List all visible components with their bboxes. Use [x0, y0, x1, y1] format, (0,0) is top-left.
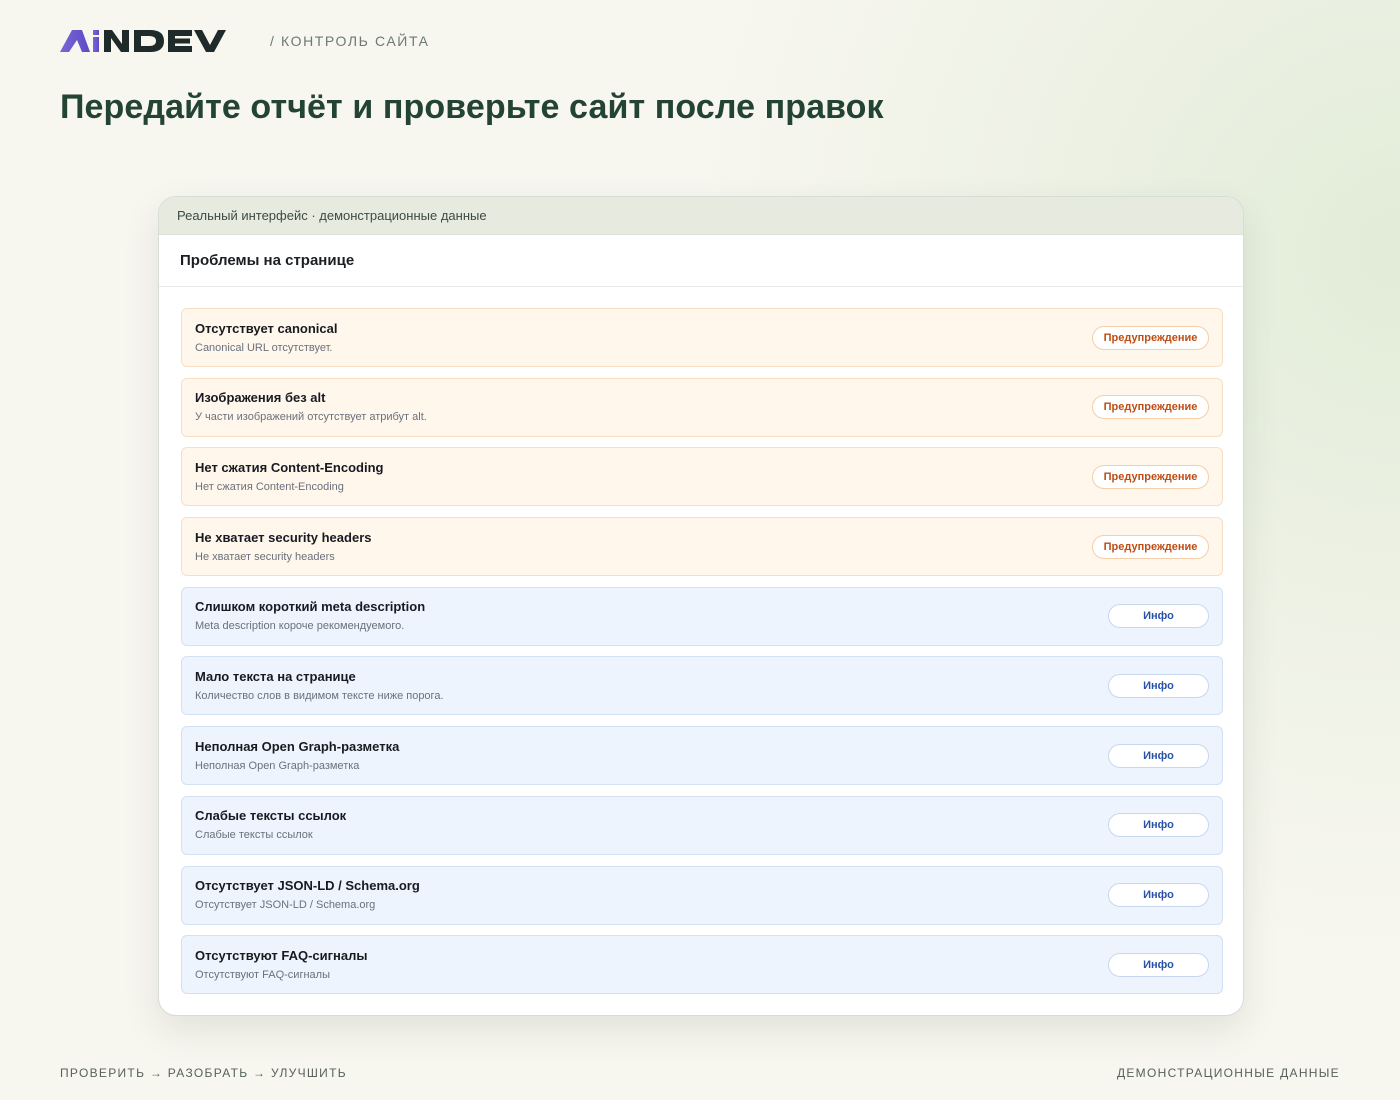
issue-text: Нет сжатия Content-Encoding Нет сжатия C… — [195, 460, 383, 494]
issue-title: Слишком короткий meta description — [195, 599, 426, 615]
issue-card[interactable]: Слабые тексты ссылок Слабые тексты ссыло… — [181, 795, 1223, 855]
issue-text: Неполная Open Graph-разметка Неполная Op… — [195, 739, 399, 773]
issue-title: Мало текста на странице — [195, 668, 356, 684]
issue-description: Meta description короче рекомендуемого. — [195, 620, 405, 633]
issue-card[interactable]: Неполная Open Graph-разметка Неполная Op… — [181, 726, 1223, 786]
warning-badge[interactable]: Предупреждение — [1092, 464, 1209, 489]
panel-caption-bar: Реальный интерфейс · демонстрационные да… — [159, 197, 1243, 235]
page-title: Передайте отчёт и проверьте сайт после п… — [60, 88, 884, 126]
site-header: / КОНТРОЛЬ САЙТА — [60, 26, 430, 56]
info-badge[interactable]: Инфо — [1108, 743, 1209, 768]
info-badge[interactable]: Инфо — [1108, 883, 1209, 907]
panel-heading-row: Проблемы на странице — [159, 235, 1243, 287]
issue-card[interactable]: Слишком короткий meta description Meta d… — [181, 586, 1223, 646]
issues-panel: Реальный интерфейс · демонстрационные да… — [158, 196, 1244, 1016]
issue-title: Не хватает security headers — [195, 529, 372, 545]
issue-card[interactable]: Не хватает security headers Не хватает s… — [181, 517, 1223, 577]
issue-title: Изображения без alt — [195, 390, 326, 406]
issue-title: Слабые тексты ссылок — [195, 808, 347, 824]
section-label: / КОНТРОЛЬ САЙТА — [270, 33, 430, 49]
issue-description: Нет сжатия Content-Encoding — [195, 480, 344, 493]
info-badge[interactable]: Инфо — [1108, 952, 1209, 977]
issue-card[interactable]: Нет сжатия Content-Encoding Нет сжатия C… — [181, 447, 1223, 507]
panel-caption: Реальный интерфейс · демонстрационные да… — [177, 208, 487, 223]
issue-description: Отсутствуют FAQ-сигналы — [195, 968, 330, 981]
issue-text: Слишком короткий meta description Meta d… — [195, 599, 425, 633]
warning-badge[interactable]: Предупреждение — [1092, 534, 1209, 559]
issue-title: Отсутствует canonical — [195, 320, 338, 336]
panel-heading: Проблемы на странице — [180, 252, 355, 269]
issue-title: Нет сжатия Content-Encoding — [195, 459, 384, 475]
issue-text: Отсутствуют FAQ-сигналы Отсутствуют FAQ-… — [195, 948, 368, 982]
issue-text: Отсутствует canonical Canonical URL отсу… — [195, 321, 337, 355]
info-badge[interactable]: Инфо — [1108, 673, 1209, 698]
issue-text: Изображения без alt У части изображений … — [195, 390, 427, 424]
info-badge[interactable]: Инфо — [1108, 813, 1209, 838]
aindev-logo[interactable] — [60, 26, 242, 56]
issue-description: Canonical URL отсутствует. — [195, 341, 333, 354]
issue-text: Мало текста на странице Количество слов … — [195, 669, 444, 703]
issue-description: Отсутствует JSON-LD / Schema.org — [195, 899, 376, 911]
issue-title: Отсутствуют FAQ-сигналы — [195, 947, 368, 963]
issue-text: Не хватает security headers Не хватает s… — [195, 530, 371, 564]
issue-card[interactable]: Отсутствует canonical Canonical URL отсу… — [181, 308, 1223, 367]
issue-description: Количество слов в видимом тексте ниже по… — [195, 689, 444, 702]
issue-description: У части изображений отсутствует атрибут … — [195, 411, 427, 424]
info-badge[interactable]: Инфо — [1108, 604, 1209, 629]
issue-text: Отсутствует JSON-LD / Schema.org Отсутст… — [195, 878, 420, 912]
issue-description: Слабые тексты ссылок — [195, 829, 313, 842]
issue-title: Отсутствует JSON-LD / Schema.org — [195, 878, 420, 893]
issue-card[interactable]: Отсутствуют FAQ-сигналы Отсутствуют FAQ-… — [181, 935, 1223, 995]
demo-data-label: ДЕМОНСТРАЦИОННЫЕ ДАННЫЕ — [1116, 1066, 1340, 1080]
workflow-steps: ПРОВЕРИТЬ → РАЗОБРАТЬ → УЛУЧШИТЬ — [60, 1066, 347, 1080]
issue-description: Неполная Open Graph-разметка — [195, 759, 360, 772]
warning-badge[interactable]: Предупреждение — [1092, 395, 1209, 420]
issue-card[interactable]: Отсутствует JSON-LD / Schema.org Отсутст… — [181, 865, 1223, 925]
aindev-logo-mark — [60, 30, 226, 52]
warning-badge[interactable]: Предупреждение — [1092, 325, 1209, 350]
issue-card[interactable]: Изображения без alt У части изображений … — [181, 377, 1223, 437]
issue-description: Не хватает security headers — [195, 550, 335, 563]
issue-text: Слабые тексты ссылок Слабые тексты ссыло… — [195, 808, 346, 842]
issue-card[interactable]: Мало текста на странице Количество слов … — [181, 656, 1223, 716]
issues-list: Отсутствует canonical Canonical URL отсу… — [181, 308, 1223, 1005]
issue-title: Неполная Open Graph-разметка — [195, 738, 400, 754]
